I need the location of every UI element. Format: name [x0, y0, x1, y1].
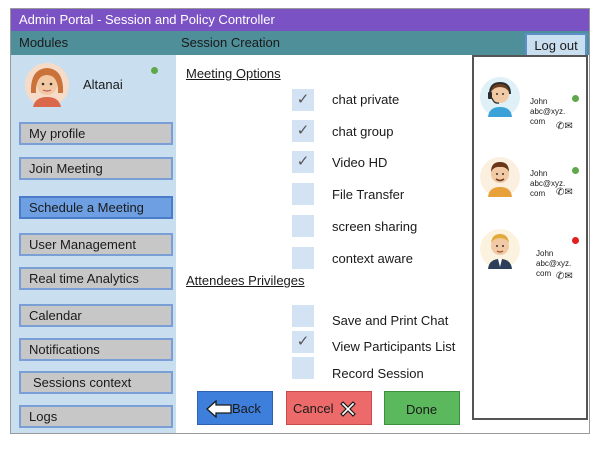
sidebar-item-real-time-analytics[interactable]: Real time Analytics: [19, 267, 173, 290]
status-dot: [572, 95, 579, 102]
modules-heading: Modules: [19, 35, 69, 50]
close-icon: [340, 401, 356, 417]
chat-private-checkbox[interactable]: ✓: [292, 89, 314, 111]
status-dot: [572, 237, 579, 244]
contact-email-domain: com: [530, 117, 546, 126]
save-print-chat-checkbox[interactable]: [292, 305, 314, 327]
header-bar: Modules Session Creation: [11, 31, 589, 55]
back-label: Back: [232, 401, 261, 416]
file-transfer-checkbox[interactable]: [292, 183, 314, 205]
contact-name: John: [530, 97, 548, 106]
mail-icon[interactable]: ✉: [564, 121, 572, 132]
contact-email: abc@xyz.: [536, 259, 572, 268]
context-aware-label: context aware: [332, 251, 413, 266]
record-session-checkbox[interactable]: [292, 357, 314, 379]
contact-name: John: [530, 169, 548, 178]
avatar: [480, 229, 520, 269]
video-hd-label: Video HD: [332, 155, 388, 170]
arrow-left-icon: [206, 400, 232, 418]
chat-private-label: chat private: [332, 92, 400, 107]
view-participants-checkbox[interactable]: ✓: [292, 331, 314, 353]
mail-icon[interactable]: ✉: [564, 271, 572, 282]
logout-button[interactable]: Log out: [525, 33, 587, 57]
contact-name: John: [536, 249, 554, 258]
meeting-options-title: Meeting Options: [186, 66, 281, 81]
chat-group-checkbox[interactable]: ✓: [292, 120, 314, 142]
status-dot: [572, 167, 579, 174]
contact-email: abc@xyz.: [530, 107, 566, 116]
video-hd-checkbox[interactable]: ✓: [292, 151, 314, 173]
record-session-label: Record Session: [332, 366, 424, 381]
done-label: Done: [406, 402, 438, 417]
save-print-chat-label: Save and Print Chat: [332, 313, 449, 328]
avatar: [480, 157, 520, 197]
avatar: [25, 63, 69, 107]
sidebar-item-calendar[interactable]: Calendar: [19, 304, 173, 327]
sidebar-item-my-profile[interactable]: My profile: [19, 122, 173, 145]
contact-card[interactable]: John abc@xyz. com ✆✉: [474, 229, 586, 295]
attendees-privileges-title: Attendees Privileges: [186, 273, 305, 288]
avatar: [480, 77, 520, 117]
online-status-dot: [151, 67, 158, 74]
contact-actions: ✆✉: [556, 187, 573, 198]
profile-card: Altanai: [11, 55, 176, 113]
contacts-panel: John abc@xyz. com ✆✉ John abc@xyz. com ✆…: [472, 55, 588, 420]
sidebar-item-schedule-meeting[interactable]: Schedule a Meeting: [19, 196, 173, 219]
view-participants-label: View Participants List: [332, 339, 456, 354]
sidebar-item-user-management[interactable]: User Management: [19, 233, 173, 256]
window-title: Admin Portal - Session and Policy Contro…: [11, 9, 589, 31]
cancel-button[interactable]: Cancel: [286, 391, 372, 425]
mail-icon[interactable]: ✉: [564, 187, 572, 198]
sidebar-item-join-meeting[interactable]: Join Meeting: [19, 157, 173, 180]
back-button[interactable]: Back: [197, 391, 273, 425]
screen-sharing-checkbox[interactable]: [292, 215, 314, 237]
file-transfer-label: File Transfer: [332, 187, 405, 202]
contact-card[interactable]: John abc@xyz. com ✆✉: [474, 157, 586, 223]
contact-card[interactable]: John abc@xyz. com ✆✉: [474, 77, 586, 143]
profile-name: Altanai: [83, 77, 123, 92]
section-heading: Session Creation: [181, 35, 280, 50]
contact-email-domain: com: [536, 269, 552, 278]
sidebar-item-logs[interactable]: Logs: [19, 405, 173, 428]
sidebar-item-sessions-context[interactable]: Sessions context: [19, 371, 173, 394]
sidebar-item-notifications[interactable]: Notifications: [19, 338, 173, 361]
contact-actions: ✆✉: [556, 271, 573, 282]
app-window: Admin Portal - Session and Policy Contro…: [10, 8, 590, 434]
contact-actions: ✆✉: [556, 121, 573, 132]
sidebar: Altanai My profile Join Meeting Schedule…: [11, 55, 176, 433]
chat-group-label: chat group: [332, 124, 394, 139]
done-button[interactable]: Done: [384, 391, 460, 425]
contact-email-domain: com: [530, 189, 546, 198]
context-aware-checkbox[interactable]: [292, 247, 314, 269]
cancel-label: Cancel: [293, 401, 334, 416]
screen-sharing-label: screen sharing: [332, 219, 418, 234]
